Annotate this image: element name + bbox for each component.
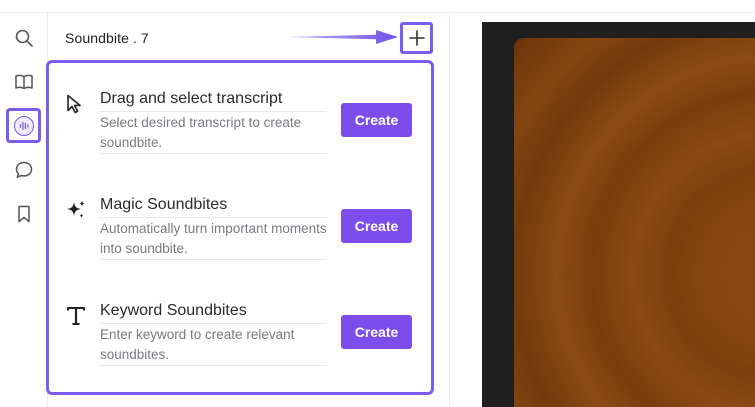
divider (99, 365, 327, 366)
comment-icon (15, 161, 33, 178)
library-button[interactable] (7, 65, 41, 99)
option-description: Select desired transcript to create soun… (100, 115, 302, 150)
sparkles-icon (67, 200, 85, 218)
bookmarks-button[interactable] (7, 197, 41, 231)
plus-icon (408, 30, 425, 46)
soundbite-button[interactable] (6, 108, 41, 143)
divider (99, 111, 327, 112)
create-button[interactable]: Create (341, 103, 412, 137)
video-preview[interactable] (482, 22, 755, 407)
soundbite-icon (13, 115, 34, 136)
book-icon (15, 74, 33, 90)
divider (99, 259, 327, 260)
option-drag-select: Drag and select transcript Select desire… (49, 63, 431, 163)
cursor-arrow-icon (67, 94, 81, 114)
sidebar-rail (0, 13, 48, 407)
top-bar (0, 0, 755, 13)
divider (99, 217, 327, 218)
option-title: Keyword Soundbites (100, 302, 247, 319)
create-options-box: Drag and select transcript Select desire… (46, 60, 434, 395)
option-title: Drag and select transcript (100, 90, 283, 107)
panel-title: Soundbite . 7 (65, 30, 149, 46)
video-frame (514, 38, 755, 407)
text-T-icon (67, 307, 85, 325)
option-description: Enter keyword to create relevant soundbi… (100, 327, 295, 362)
search-icon (15, 29, 33, 47)
add-soundbite-button[interactable] (400, 22, 433, 54)
create-button[interactable]: Create (341, 209, 412, 243)
option-magic-soundbites: Magic Soundbites Automatically turn impo… (49, 169, 431, 269)
option-title: Magic Soundbites (100, 196, 228, 213)
comments-button[interactable] (7, 153, 41, 187)
divider (99, 323, 327, 324)
divider (99, 153, 327, 154)
bookmark-icon (18, 205, 30, 223)
option-keyword-soundbites: Keyword Soundbites Enter keyword to crea… (49, 275, 431, 375)
search-button[interactable] (7, 21, 41, 55)
create-button[interactable]: Create (341, 315, 412, 349)
option-description: Automatically turn important moments int… (100, 221, 327, 256)
pointer-arrow-icon (288, 30, 398, 44)
soundbite-panel: Soundbite . 7 Drag and select transcript… (46, 13, 450, 407)
